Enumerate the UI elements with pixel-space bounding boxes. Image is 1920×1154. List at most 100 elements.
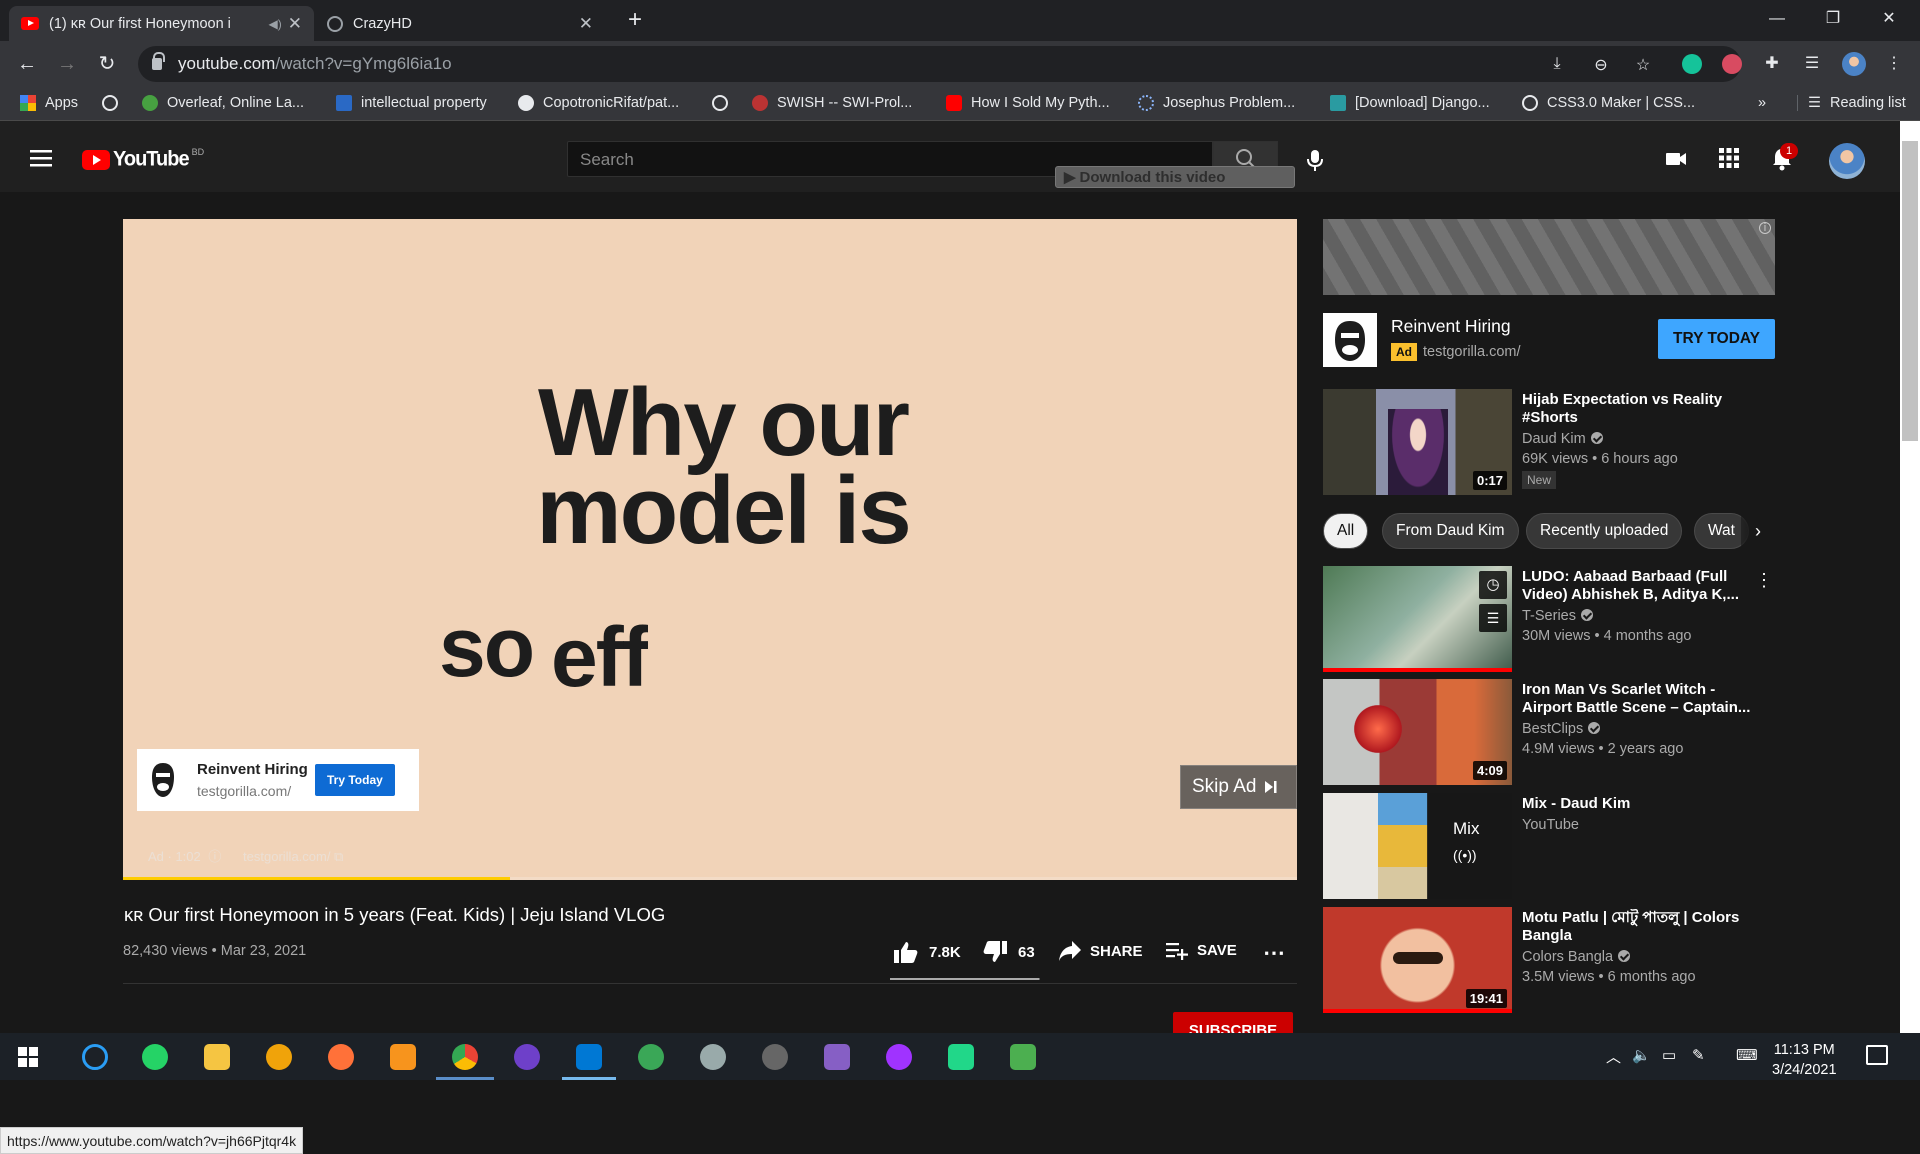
media-control-icon[interactable]: ☰ — [1802, 53, 1822, 73]
bookmark-globe[interactable] — [102, 95, 127, 111]
save-button[interactable]: SAVE — [1165, 940, 1237, 960]
external-link-icon[interactable]: ⧉ — [334, 849, 343, 864]
reading-list-button[interactable]: ☰ Reading list — [1797, 95, 1906, 111]
minimize-button[interactable]: — — [1754, 4, 1800, 34]
keyboard-icon[interactable]: ⌨ — [1736, 1046, 1758, 1064]
video-thumbnail[interactable]: 0:17 — [1323, 389, 1512, 495]
pycharm-icon[interactable] — [948, 1044, 974, 1070]
bookmark-youtube[interactable]: How I Sold My Pyth... — [946, 95, 1110, 111]
sidebar-ad[interactable]: Reinvent Hiring Ad testgorilla.com/ TRY … — [1323, 311, 1775, 367]
ad-link[interactable]: testgorilla.com/ — [243, 849, 330, 864]
app-icon[interactable] — [1010, 1044, 1036, 1070]
bookmark-django[interactable]: [Download] Django... — [1330, 95, 1490, 111]
bookmark-josephus[interactable]: Josephus Problem... — [1138, 95, 1295, 111]
bookmark-star-icon[interactable]: ☆ — [1633, 55, 1653, 75]
ad-banner-image[interactable]: i — [1323, 219, 1775, 295]
bookmark-github[interactable]: CopotronicRifat/pat... — [518, 95, 679, 111]
tab-crazyhd[interactable]: CrazyHD ✕ — [315, 6, 605, 41]
app-icon[interactable] — [638, 1044, 664, 1070]
ad-overlay-card[interactable]: Reinvent Hiring testgorilla.com/ Try Tod… — [137, 749, 419, 811]
visual-studio-icon[interactable] — [824, 1044, 850, 1070]
recommended-video[interactable]: Mix ((•)) Mix - Daud Kim YouTube — [1323, 793, 1775, 899]
hamburger-menu-icon[interactable] — [30, 149, 52, 167]
apps-grid-icon[interactable] — [1718, 147, 1740, 169]
action-center-icon[interactable] — [1866, 1045, 1888, 1065]
channel-name[interactable]: BestClips — [1522, 721, 1601, 737]
chrome-menu-icon[interactable]: ⋮ — [1884, 53, 1904, 73]
channel-name[interactable]: T-Series — [1522, 608, 1593, 624]
pen-icon[interactable]: ✎ — [1692, 1046, 1705, 1064]
youtube-logo[interactable]: YouTube BD — [82, 147, 204, 171]
video-thumbnail[interactable]: 4:09 — [1323, 679, 1512, 785]
video-thumbnail[interactable]: Mix ((•)) — [1323, 793, 1512, 899]
channel-name[interactable]: Colors Bangla — [1522, 949, 1631, 965]
search-app-icon[interactable] — [82, 1044, 108, 1070]
back-button[interactable]: ← — [12, 49, 42, 79]
lock-icon[interactable] — [152, 52, 165, 70]
bookmark-css3[interactable]: CSS3.0 Maker | CSS... — [1522, 95, 1695, 111]
close-tab-icon[interactable]: ✕ — [288, 14, 302, 34]
share-button[interactable]: SHARE — [1058, 940, 1143, 962]
video-thumbnail[interactable]: 19:41 — [1323, 907, 1512, 1013]
close-tab-icon[interactable]: ✕ — [579, 14, 593, 34]
bookmark-apps[interactable]: Apps — [20, 95, 78, 111]
tray-chevron-icon[interactable]: ︿ — [1606, 1046, 1621, 1067]
chip-all[interactable]: All — [1323, 513, 1369, 549]
video-title[interactable]: Motu Patlu | মোটু পাতলু | Colors Bangla — [1522, 909, 1757, 945]
volume-icon[interactable]: 🔈 — [1632, 1046, 1651, 1064]
reload-button[interactable]: ↻ — [92, 49, 122, 79]
new-tab-button[interactable]: + — [620, 6, 650, 36]
puzzle-icon[interactable]: ✚ — [1762, 53, 1782, 73]
profile-avatar[interactable] — [1842, 52, 1866, 76]
try-today-button[interactable]: Try Today — [315, 764, 395, 796]
bookmark-globe[interactable] — [712, 95, 737, 111]
create-video-icon[interactable] — [1664, 147, 1688, 171]
channel-name[interactable]: YouTube — [1522, 817, 1579, 833]
video-player[interactable]: Why our model is so eff Reinvent Hiring t… — [123, 219, 1297, 880]
recommended-video[interactable]: 0:17 Hijab Expectation vs Reality #Short… — [1323, 389, 1775, 495]
chip-recently-uploaded[interactable]: Recently uploaded — [1526, 513, 1683, 549]
bookmark-swish[interactable]: SWISH -- SWI-Prol... — [752, 95, 912, 111]
bookmark-overleaf[interactable]: Overleaf, Online La... — [142, 95, 304, 111]
vscode-icon[interactable] — [576, 1044, 602, 1070]
audio-muted-icon[interactable]: ◀) — [269, 17, 282, 31]
chevron-right-icon[interactable]: › — [1741, 513, 1775, 549]
github-desktop-icon[interactable] — [514, 1044, 540, 1070]
download-video-button[interactable]: ▶ Download this video — [1055, 166, 1295, 188]
ad-progress-bar[interactable] — [123, 877, 1297, 880]
tab-youtube[interactable]: (1) ĸʀ Our first Honeymoon i ◀) ✕ — [9, 6, 314, 41]
messenger-icon[interactable] — [886, 1044, 912, 1070]
info-icon[interactable]: i — [1759, 222, 1771, 234]
install-icon[interactable]: ⤓ — [1547, 55, 1567, 75]
app-icon[interactable] — [266, 1044, 292, 1070]
video-thumbnail[interactable]: ◷ ☰ — [1323, 566, 1512, 672]
info-icon[interactable]: ⓘ — [208, 849, 221, 864]
like-button[interactable]: 7.8K — [893, 940, 961, 964]
app-icon[interactable] — [700, 1044, 726, 1070]
zoom-icon[interactable]: ⊖ — [1591, 55, 1611, 75]
forward-button[interactable]: → — [52, 49, 82, 79]
video-title[interactable]: Mix - Daud Kim — [1522, 795, 1757, 813]
chip-from-daud-kim[interactable]: From Daud Kim — [1382, 513, 1519, 549]
scrollbar-thumb[interactable] — [1902, 141, 1918, 441]
dislike-button[interactable]: 63 — [982, 940, 1035, 964]
bookmarks-overflow[interactable]: » — [1758, 95, 1766, 111]
extension-icon[interactable] — [1722, 54, 1742, 74]
file-explorer-icon[interactable] — [204, 1044, 230, 1070]
more-options-icon[interactable]: ⋮ — [1755, 570, 1773, 591]
app-icon[interactable] — [762, 1044, 788, 1070]
windows-start-icon[interactable] — [18, 1047, 38, 1067]
video-title[interactable]: Hijab Expectation vs Reality #Shorts — [1522, 391, 1757, 427]
address-bar[interactable]: youtube.com/watch?v=gYmg6l6ia1o ⤓ ⊖ ☆ — [138, 46, 1741, 82]
recommended-video[interactable]: 4:09 Iron Man Vs Scarlet Witch - Airport… — [1323, 679, 1775, 785]
try-today-button[interactable]: TRY TODAY — [1658, 319, 1775, 359]
app-icon[interactable] — [390, 1044, 416, 1070]
system-clock[interactable]: 11:13 PM 3/24/2021 — [1772, 1040, 1837, 1080]
skip-ad-button[interactable]: Skip Ad — [1180, 765, 1297, 809]
add-to-queue-icon[interactable]: ☰ — [1479, 604, 1507, 632]
whatsapp-icon[interactable] — [142, 1044, 168, 1070]
video-title[interactable]: LUDO: Aabaad Barbaad (Full Video) Abhish… — [1522, 568, 1757, 604]
recommended-video[interactable]: 19:41 Motu Patlu | মোটু পাতলু | Colors B… — [1323, 907, 1775, 1013]
firefox-icon[interactable] — [328, 1044, 354, 1070]
video-title[interactable]: Iron Man Vs Scarlet Witch - Airport Batt… — [1522, 681, 1757, 717]
